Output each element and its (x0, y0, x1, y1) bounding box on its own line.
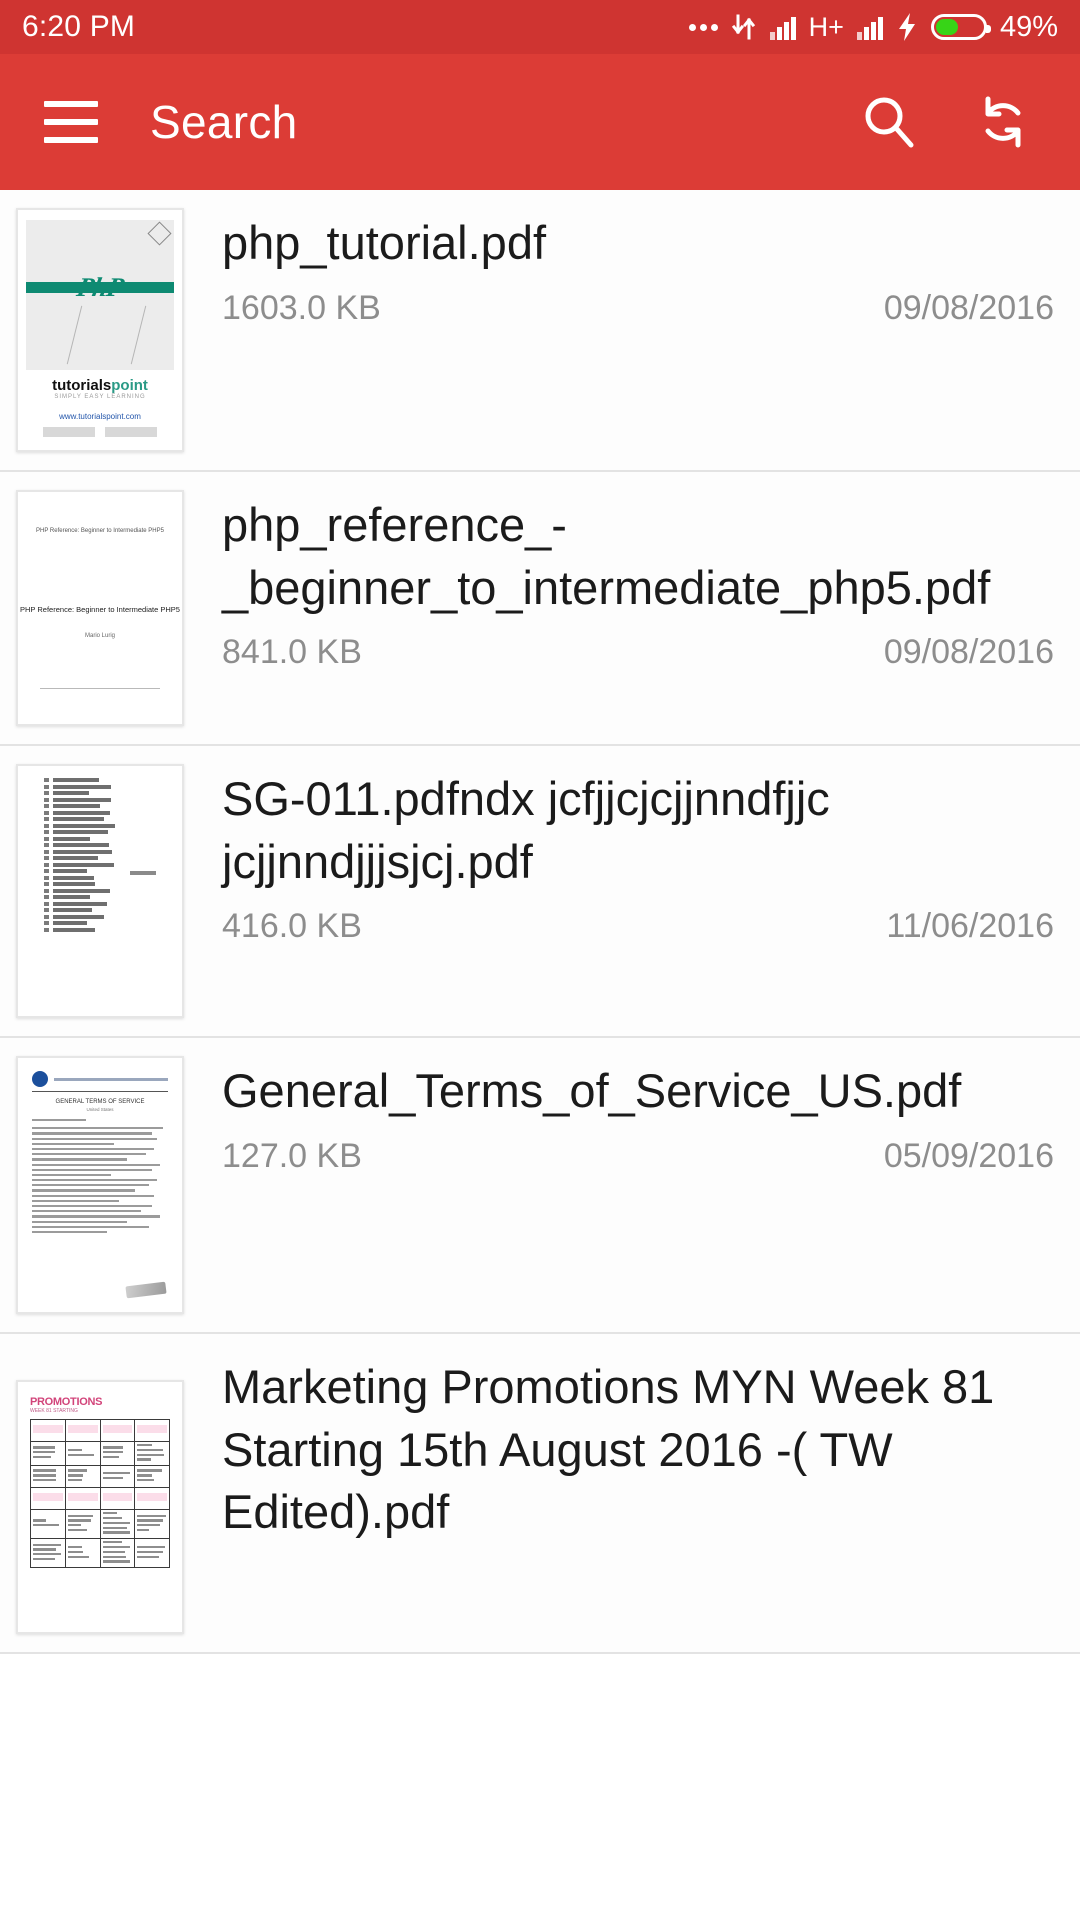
decorative-diamond-icon (147, 221, 171, 245)
file-thumbnail-container: GENERAL TERMS OF SERVICE United States (0, 1038, 200, 1332)
file-meta: 127.0 KB 05/09/2016 (222, 1123, 1054, 1198)
list-item[interactable]: SG-011.pdfndx jcfjjcjcjjnndfjjc jcjjnndj… (0, 746, 1080, 1038)
status-time: 6:20 PM (22, 10, 135, 44)
thumb-url: www.tutorialspoint.com (26, 412, 174, 421)
page-title: Search (150, 95, 298, 149)
file-thumbnail-container (0, 746, 200, 1036)
file-date: 05/09/2016 (884, 1137, 1054, 1176)
thumb-author: Mario Lurig (18, 632, 182, 641)
php-logo-text: PhP (74, 272, 126, 303)
more-dots-icon (689, 24, 718, 31)
file-meta (222, 1544, 1054, 1580)
thumb-tagline: SIMPLY EASY LEARNING (26, 394, 174, 400)
thumb-table-title: PROMOTIONS (30, 1396, 170, 1408)
thumb-brand-accent: point (111, 377, 148, 394)
thumb-brand-dark: tutorials (52, 377, 111, 394)
list-item[interactable]: PROMOTIONS WEEK 81 STARTING Marketing Pr… (0, 1334, 1080, 1654)
list-item[interactable]: PhP tutorialspoint SIMPLY EASY LEARNING … (0, 190, 1080, 472)
app-bar: Search (0, 54, 1080, 190)
list-item[interactable]: GENERAL TERMS OF SERVICE United States G… (0, 1038, 1080, 1334)
file-list: PhP tutorialspoint SIMPLY EASY LEARNING … (0, 190, 1080, 1654)
list-item[interactable]: PHP Reference: Beginner to Intermediate … (0, 472, 1080, 746)
file-meta: 1603.0 KB 09/08/2016 (222, 275, 1054, 350)
file-date: 11/06/2016 (886, 907, 1054, 946)
php-reference-cover-thumbnail: PHP Reference: Beginner to Intermediate … (16, 490, 184, 726)
signal-bars-icon-2 (857, 14, 883, 40)
charging-bolt-icon (896, 12, 918, 42)
file-thumbnail-container: PROMOTIONS WEEK 81 STARTING (0, 1334, 200, 1652)
hamburger-menu-icon[interactable] (44, 101, 98, 143)
signal-bars-icon (770, 14, 796, 40)
file-name: General_Terms_of_Service_US.pdf (222, 1038, 1054, 1123)
refresh-sync-icon (972, 91, 1034, 153)
file-info: General_Terms_of_Service_US.pdf 127.0 KB… (200, 1038, 1080, 1198)
file-meta: 841.0 KB 09/08/2016 (222, 619, 1054, 694)
file-size: 127.0 KB (222, 1137, 362, 1176)
data-transfer-icon (731, 13, 757, 41)
php-tutorial-cover-thumbnail: PhP tutorialspoint SIMPLY EASY LEARNING … (16, 208, 184, 452)
status-bar: 6:20 PM H+ 49% (0, 0, 1080, 54)
file-name: php_tutorial.pdf (222, 190, 1054, 275)
signature-mark (125, 1282, 166, 1299)
file-size: 841.0 KB (222, 633, 362, 672)
file-name: SG-011.pdfndx jcfjjcjcjjnndfjjc jcjjnndj… (222, 746, 1054, 893)
document-seal-icon (32, 1071, 48, 1087)
refresh-button[interactable] (966, 85, 1040, 159)
network-type-label: H+ (809, 14, 844, 41)
marketing-table-thumbnail: PROMOTIONS WEEK 81 STARTING (16, 1380, 184, 1634)
file-size: 1603.0 KB (222, 289, 381, 328)
search-icon (858, 91, 920, 153)
file-thumbnail-container: PHP Reference: Beginner to Intermediate … (0, 472, 200, 744)
battery-icon (931, 14, 987, 40)
thumb-table-subtitle: WEEK 81 STARTING (30, 1408, 170, 1414)
file-name: Marketing Promotions MYN Week 81 Startin… (222, 1334, 1054, 1544)
document-list-thumbnail (16, 764, 184, 1018)
file-info: php_reference_-_beginner_to_intermediate… (200, 472, 1080, 694)
file-thumbnail-container: PhP tutorialspoint SIMPLY EASY LEARNING … (0, 190, 200, 470)
file-size: 416.0 KB (222, 907, 362, 946)
file-name: php_reference_-_beginner_to_intermediate… (222, 472, 1054, 619)
terms-of-service-thumbnail: GENERAL TERMS OF SERVICE United States (16, 1056, 184, 1314)
status-icons: H+ 49% (689, 11, 1058, 44)
file-info: Marketing Promotions MYN Week 81 Startin… (200, 1334, 1080, 1580)
app-bar-actions (852, 85, 1040, 159)
thumb-title: PHP Reference: Beginner to Intermediate … (18, 604, 182, 615)
file-date: 09/08/2016 (884, 633, 1054, 672)
search-button[interactable] (852, 85, 926, 159)
file-info: SG-011.pdfndx jcfjjcjcjjnndfjjc jcjjnndj… (200, 746, 1080, 968)
file-meta: 416.0 KB 11/06/2016 (222, 893, 1054, 968)
battery-percent-label: 49% (1000, 11, 1058, 44)
file-info: php_tutorial.pdf 1603.0 KB 09/08/2016 (200, 190, 1080, 350)
thumb-top-line: PHP Reference: Beginner to Intermediate … (36, 528, 164, 534)
thumb-brand: tutorialspoint (26, 377, 174, 394)
file-date: 09/08/2016 (884, 289, 1054, 328)
